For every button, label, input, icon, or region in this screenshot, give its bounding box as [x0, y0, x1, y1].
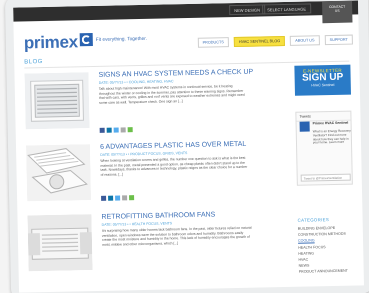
share-bar [99, 127, 133, 133]
tweet-compose-input[interactable]: Tweet to @PrimexVentilation [300, 173, 351, 182]
blog-post: 6 ADVANTAGES PLASTIC HAS OVER METAL DATE… [25, 141, 260, 208]
category-link[interactable]: PRODUCT ANNOUNCEMENT [299, 268, 359, 275]
brand-logo-text[interactable]: primex [24, 32, 78, 53]
linkedin-icon[interactable] [108, 195, 114, 201]
email-icon[interactable] [122, 195, 128, 201]
email-icon[interactable] [120, 127, 126, 133]
post-thumbnail[interactable] [27, 214, 93, 272]
photo-frame: NEW DESIGN SELECT LANGUAGE CONTACT US pr… [0, 0, 369, 293]
post-thumbnail[interactable] [25, 144, 92, 202]
tablet-device: NEW DESIGN SELECT LANGUAGE CONTACT US pr… [4, 0, 369, 293]
nav-about-us[interactable]: ABOUT US [290, 35, 320, 46]
twitter-icon[interactable] [115, 195, 121, 201]
twitter-avatar[interactable] [299, 121, 310, 132]
categories-heading: CATEGORIES [297, 217, 330, 223]
plus-icon[interactable] [127, 127, 133, 133]
twitter-user[interactable]: Primex HVAC Sentinel [313, 121, 351, 126]
newsletter-cta: SIGN UP [301, 71, 344, 84]
blog-post: RETROFITTING BATHROOM FANS DATE: 05/??/1… [27, 211, 258, 286]
new-design-link[interactable]: NEW DESIGN [229, 4, 266, 16]
nav-support[interactable]: SUPPORT [324, 34, 353, 46]
post-meta[interactable]: DATE: 05/??/13 • • PRODUCT FOCUS, GRIDS,… [100, 151, 187, 157]
plus-icon[interactable] [129, 195, 135, 201]
twitter-icon[interactable] [113, 127, 119, 133]
post-title[interactable]: SIGNS AN HVAC SYSTEM NEEDS A CHECK UP [98, 69, 258, 79]
post-title[interactable]: RETROFITTING BATHROOM FANS [101, 211, 261, 220]
browser-screen: NEW DESIGN SELECT LANGUAGE CONTACT US pr… [13, 0, 364, 293]
contact-line-2: US [334, 8, 340, 13]
nav-products[interactable]: PRODUCTS [197, 37, 229, 48]
page-title: BLOG [24, 59, 43, 66]
post-title[interactable]: 6 ADVANTAGES PLASTIC HAS OVER METAL [100, 141, 260, 151]
sidebar: E-NEWSLETTER SIGN UP HVAC Sentinel Tweet… [294, 64, 354, 274]
brand-logo-icon[interactable] [79, 33, 93, 47]
brand-tagline: Fit everything. Together. [95, 36, 147, 43]
language-select[interactable]: SELECT LANGUAGE [262, 3, 312, 15]
twitter-user-name: Primex HVAC Sentinel [312, 120, 349, 126]
newsletter-signup-button[interactable]: E-NEWSLETTER SIGN UP HVAC Sentinel [294, 64, 351, 96]
blog-post: SIGNS AN HVAC SYSTEM NEEDS A CHECK UP DA… [24, 69, 255, 136]
post-thumbnail[interactable] [24, 72, 90, 130]
tweet-text: What is an Energy Recovery Ventilator? F… [312, 128, 351, 145]
categories-list: CATEGORIES BUILDING ENVELOPE CONSTRUCTIO… [298, 216, 359, 275]
linkedin-icon[interactable] [106, 127, 112, 133]
twitter-widget: Tweets Primex HVAC Sentinel What is an E… [295, 110, 353, 186]
post-meta[interactable]: DATE: 05/??/13 • • COOLING, HEATING, HVA… [99, 79, 174, 85]
post-excerpt: It's surprising how many older homes lac… [101, 225, 252, 247]
post-excerpt: Talk about high maintenance! With most H… [98, 84, 245, 105]
post-excerpt: When looking at ventilation covers and g… [100, 155, 248, 177]
post-meta[interactable]: DATE: 05/??/13 • • HEALTH FOCUS, VENTS [102, 221, 172, 226]
facebook-icon[interactable] [101, 195, 107, 201]
nav-hvac-sentinel-blog[interactable]: HVAC SENTINEL BLOG [233, 35, 286, 48]
share-bar [101, 195, 135, 201]
facebook-icon[interactable] [99, 127, 105, 133]
